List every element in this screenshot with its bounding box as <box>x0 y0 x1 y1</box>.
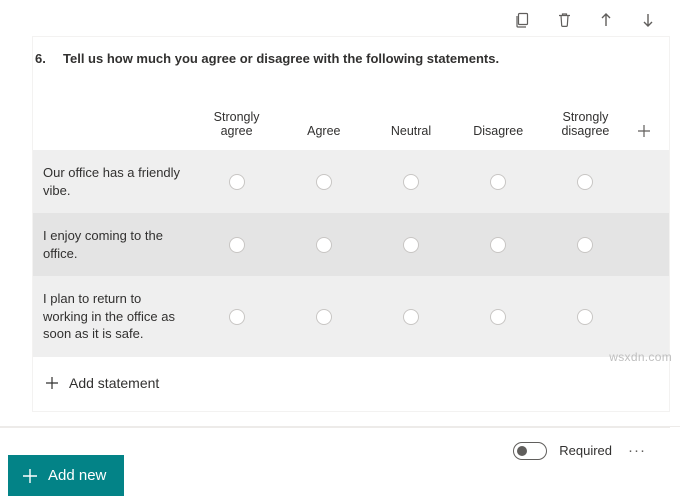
matrix-row: Our office has a friendly vibe. <box>33 150 669 213</box>
radio-button[interactable] <box>490 309 506 325</box>
radio-button[interactable] <box>403 309 419 325</box>
statement-text[interactable]: Our office has a friendly vibe. <box>43 164 193 199</box>
move-up-icon[interactable] <box>598 12 614 28</box>
delete-icon[interactable] <box>556 12 572 28</box>
radio-cell <box>280 174 367 190</box>
plus-icon <box>45 376 59 390</box>
radio-button[interactable] <box>403 174 419 190</box>
question-text[interactable]: Tell us how much you agree or disagree w… <box>63 51 499 66</box>
question-number: 6. <box>35 51 51 66</box>
radio-cell <box>455 237 542 253</box>
required-label: Required <box>559 443 612 458</box>
radio-cell <box>542 237 629 253</box>
scale-header[interactable]: Disagree <box>455 124 542 138</box>
radio-cell <box>367 309 454 325</box>
radio-button[interactable] <box>577 309 593 325</box>
add-statement-button[interactable]: Add statement <box>33 357 669 411</box>
radio-button[interactable] <box>316 237 332 253</box>
radio-cell <box>280 309 367 325</box>
copy-icon[interactable] <box>514 12 530 28</box>
radio-cell <box>367 174 454 190</box>
radio-button[interactable] <box>577 237 593 253</box>
scale-header[interactable]: Strongly agree <box>193 110 280 138</box>
radio-cell <box>542 174 629 190</box>
scale-header[interactable]: Neutral <box>367 124 454 138</box>
add-statement-label: Add statement <box>69 375 159 391</box>
plus-icon <box>22 468 38 484</box>
radio-button[interactable] <box>229 237 245 253</box>
radio-cell <box>193 237 280 253</box>
radio-button[interactable] <box>229 309 245 325</box>
radio-cell <box>367 237 454 253</box>
radio-cell <box>193 174 280 190</box>
radio-button[interactable] <box>229 174 245 190</box>
question-toolbar <box>0 0 680 36</box>
question-header: 6. Tell us how much you agree or disagre… <box>33 37 669 80</box>
radio-cell <box>455 174 542 190</box>
more-options-icon[interactable]: ··· <box>624 442 650 459</box>
radio-cell <box>280 237 367 253</box>
radio-button[interactable] <box>316 309 332 325</box>
radio-cell <box>542 309 629 325</box>
radio-cell <box>193 309 280 325</box>
matrix-header-row: Strongly agree Agree Neutral Disagree St… <box>33 110 669 150</box>
question-card: 6. Tell us how much you agree or disagre… <box>32 36 670 412</box>
radio-button[interactable] <box>490 174 506 190</box>
move-down-icon[interactable] <box>640 12 656 28</box>
statement-text[interactable]: I enjoy coming to the office. <box>43 227 193 262</box>
add-column-button[interactable] <box>629 124 659 138</box>
required-toggle[interactable] <box>513 442 547 460</box>
matrix-row: I plan to return to working in the offic… <box>33 276 669 357</box>
matrix-row: I enjoy coming to the office. <box>33 213 669 276</box>
scale-header[interactable]: Strongly disagree <box>542 110 629 138</box>
statement-text[interactable]: I plan to return to working in the offic… <box>43 290 193 343</box>
scale-header[interactable]: Agree <box>280 124 367 138</box>
radio-button[interactable] <box>316 174 332 190</box>
add-new-label: Add new <box>48 467 106 484</box>
radio-cell <box>455 309 542 325</box>
likert-matrix: Strongly agree Agree Neutral Disagree St… <box>33 110 669 357</box>
radio-button[interactable] <box>403 237 419 253</box>
radio-button[interactable] <box>490 237 506 253</box>
radio-button[interactable] <box>577 174 593 190</box>
watermark-text: wsxdn.com <box>609 350 672 364</box>
add-new-button[interactable]: Add new <box>8 455 124 496</box>
